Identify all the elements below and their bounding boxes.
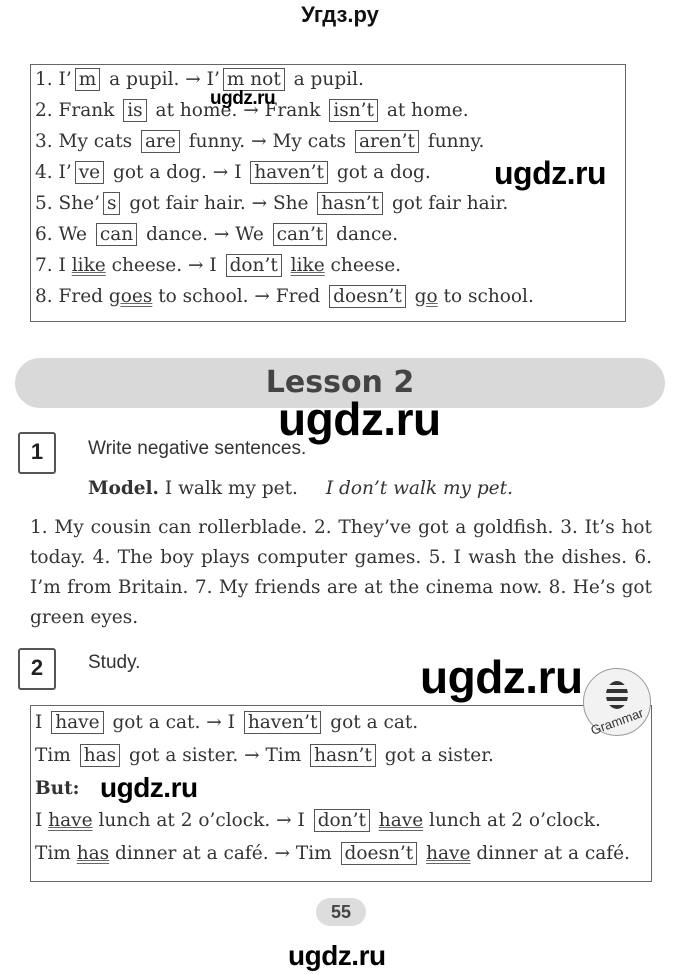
line-text: dinner at a café. bbox=[470, 843, 630, 864]
boxed-verb: can’t bbox=[272, 223, 328, 246]
boxed-verb: have bbox=[51, 711, 104, 734]
boxed-verb: m bbox=[74, 68, 101, 91]
boxed-verb: ve bbox=[74, 161, 105, 184]
line-text: 6. We bbox=[35, 224, 93, 245]
line-text: I bbox=[35, 712, 49, 733]
site-title: Угдз.ру bbox=[301, 2, 379, 27]
boxed-verb: aren’t bbox=[354, 130, 419, 153]
boxed-verb: has bbox=[79, 744, 121, 767]
line-text: Tim bbox=[35, 745, 77, 766]
underlined-verb: have bbox=[426, 843, 471, 864]
line-text: cheese. → I bbox=[105, 255, 223, 276]
textbook-page: Угдз.ру 1. I’ m a pupil. → I’ m not a pupi… bbox=[0, 0, 680, 975]
boxed-verb: doesn’t bbox=[329, 285, 406, 308]
line-text: got fair hair. → She bbox=[123, 193, 315, 214]
line-text: got a cat. bbox=[324, 712, 419, 733]
watermark: ugdz.ru bbox=[288, 940, 386, 971]
boxed-verb: haven’t bbox=[243, 711, 322, 734]
model-answer: I don’t walk my pet. bbox=[325, 478, 513, 499]
underlined-verb: have bbox=[378, 810, 424, 831]
example-line: 6. We can dance. → We can’t dance. bbox=[35, 223, 399, 246]
line-text: dance. bbox=[330, 224, 399, 245]
watermark: ugdz.ru bbox=[278, 393, 441, 445]
boxed-verb: doesn’t bbox=[340, 842, 418, 865]
negation-examples-box: 1. I’ m a pupil. → I’ m not a pupil. 2. Fra… bbox=[30, 64, 626, 322]
example-line: Tim has dinner at a café. → Tim doesn’t … bbox=[35, 842, 630, 865]
line-text: cheese. bbox=[324, 255, 402, 276]
line-text: 3. My cats bbox=[35, 131, 139, 152]
boxed-verb: don’t bbox=[225, 254, 282, 277]
line-text: funny. → My cats bbox=[182, 131, 352, 152]
line-text: 8. Fred bbox=[35, 286, 109, 307]
model-sentence: I walk my pet. bbox=[159, 478, 298, 499]
example-line: But: bbox=[35, 778, 79, 799]
underlined-verb: have bbox=[48, 810, 93, 831]
line-text: 2. Frank bbox=[35, 100, 121, 121]
boxed-verb: hasn’t bbox=[317, 192, 384, 215]
watermark: ugdz.ru bbox=[420, 651, 583, 703]
example-line: 7. I like cheese. → I don’t like cheese. bbox=[35, 254, 402, 277]
boxed-verb: is bbox=[123, 99, 147, 122]
line-text: 4. I’ bbox=[35, 162, 72, 183]
boxed-verb: s bbox=[102, 192, 121, 215]
line-text: Tim bbox=[35, 843, 77, 864]
line-text: got a dog. → I bbox=[107, 162, 248, 183]
line-text: got a cat. → I bbox=[106, 712, 241, 733]
line-text: I bbox=[35, 810, 49, 831]
boxed-verb: isn’t bbox=[329, 99, 378, 122]
line-text: lunch at 2 o’clock. bbox=[423, 810, 601, 831]
line-text: got a sister. bbox=[378, 745, 494, 766]
line-text: a pupil. bbox=[287, 69, 364, 90]
exercise-2-notebook-icon: 2 bbox=[18, 648, 56, 690]
boxed-verb: can bbox=[95, 223, 138, 246]
line-text: a pupil. → I’ bbox=[103, 69, 220, 90]
line-text: at home. bbox=[380, 100, 469, 121]
boxed-verb: don’t bbox=[313, 809, 370, 832]
page-number: 55 bbox=[316, 898, 366, 926]
bee-icon bbox=[606, 681, 628, 709]
line-text: 5. She’ bbox=[35, 193, 100, 214]
model-label: Model. bbox=[88, 478, 159, 499]
watermark: ugdz.ru bbox=[210, 88, 276, 109]
exercise-2-number: 2 bbox=[30, 655, 44, 680]
line-text: funny. bbox=[422, 131, 485, 152]
underlined-verb: like bbox=[71, 255, 106, 276]
example-line: 5. She’ s got fair hair. → She hasn’t got… bbox=[35, 192, 509, 215]
boxed-verb: are bbox=[141, 130, 180, 153]
example-line: 8. Fred goes to school. → Fred doesn’t g… bbox=[35, 285, 534, 308]
example-line: 4. I’ ve got a dog. → I haven’t got a dog… bbox=[35, 161, 431, 184]
grammar-bee-badge: Grammar bbox=[583, 668, 651, 738]
line-text: to school. bbox=[437, 286, 534, 307]
line-text: got a sister. → Tim bbox=[123, 745, 308, 766]
exercise-1-notebook-icon: 1 bbox=[18, 432, 56, 474]
underlined-verb: goes bbox=[108, 286, 153, 307]
boxed-verb: hasn’t bbox=[310, 744, 376, 767]
underlined-verb: like bbox=[290, 255, 325, 276]
example-line: 3. My cats are funny. → My cats aren’t f… bbox=[35, 130, 485, 153]
exercise-1-sentences: 1. My cousin can rollerblade. 2. They’ve… bbox=[30, 517, 652, 628]
watermark: ugdz.ru bbox=[100, 772, 198, 803]
line-text: 1. I’ bbox=[35, 69, 72, 90]
model-line: Model. I walk my pet. I don’t walk my pe… bbox=[88, 478, 513, 499]
line-text: dinner at a café. → Tim bbox=[109, 843, 338, 864]
line-text: got fair hair. bbox=[386, 193, 509, 214]
underlined-verb: has bbox=[76, 843, 110, 864]
exercise-1-number: 1 bbox=[30, 439, 44, 464]
line-text: got a dog. bbox=[330, 162, 431, 183]
line-text: dance. → We bbox=[140, 224, 270, 245]
line-text: lunch at 2 o’clock. → I bbox=[92, 810, 311, 831]
line-text: to school. → Fred bbox=[152, 286, 327, 307]
example-line: I have lunch at 2 o’clock. → I don’t hav… bbox=[35, 809, 601, 832]
example-line: Tim has got a sister. → Tim hasn’t got a… bbox=[35, 744, 494, 767]
line-text: 7. I bbox=[35, 255, 72, 276]
underlined-verb: go bbox=[414, 286, 438, 307]
exercise-2-instruction: Study. bbox=[88, 652, 141, 673]
boxed-verb: haven’t bbox=[250, 161, 328, 184]
exercise-1-instruction: Write negative sentences. bbox=[88, 438, 307, 459]
but-label: But: bbox=[35, 778, 80, 799]
watermark: ugdz.ru bbox=[494, 155, 607, 191]
example-line: 1. I’ m a pupil. → I’ m not a pupil. bbox=[35, 68, 364, 91]
example-line: I have got a cat. → I haven’t got a cat. bbox=[35, 711, 419, 734]
